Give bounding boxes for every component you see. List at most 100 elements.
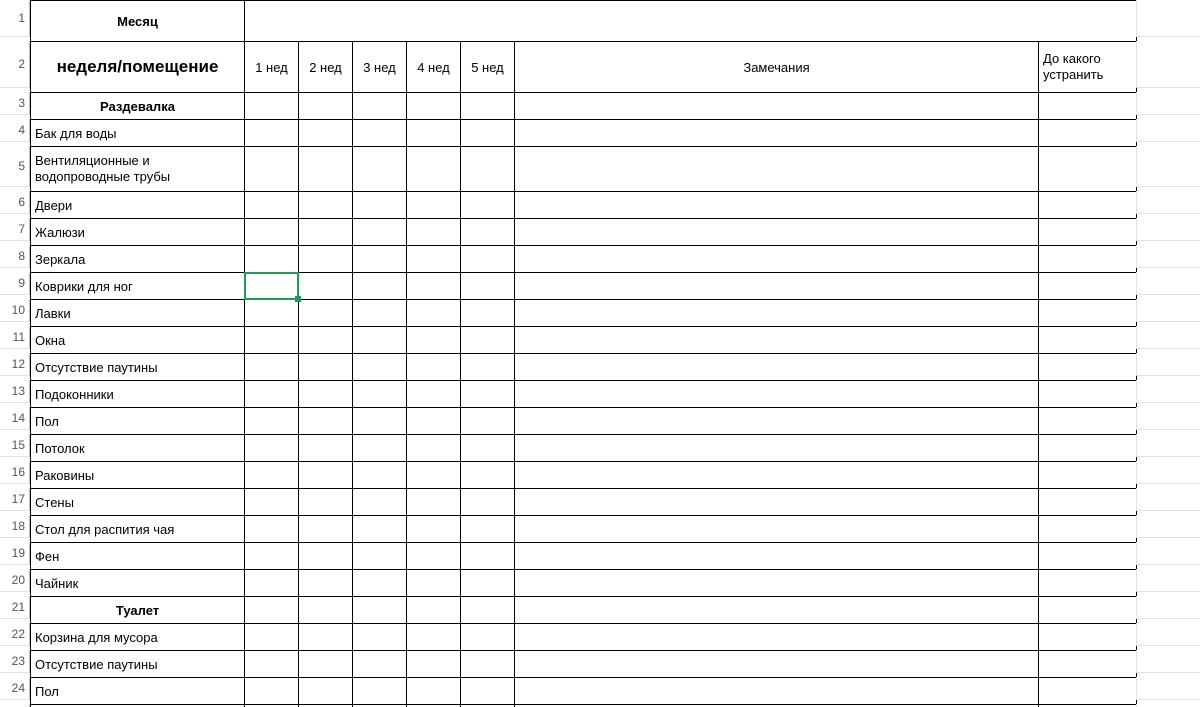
week-cell[interactable] bbox=[352, 434, 407, 462]
notes-cell[interactable] bbox=[514, 218, 1039, 246]
week-cell[interactable] bbox=[406, 650, 461, 678]
empty-cell[interactable] bbox=[1136, 146, 1200, 187]
week-cell[interactable] bbox=[244, 245, 299, 273]
week-cell[interactable] bbox=[298, 299, 353, 327]
empty-cell[interactable] bbox=[1136, 488, 1200, 511]
notes-cell[interactable] bbox=[514, 407, 1039, 435]
week-cell[interactable] bbox=[460, 272, 515, 300]
week-cell[interactable] bbox=[298, 380, 353, 408]
deadline-cell[interactable] bbox=[1038, 623, 1137, 651]
week-cell[interactable] bbox=[406, 353, 461, 381]
notes-cell[interactable] bbox=[514, 272, 1039, 300]
week-cell[interactable] bbox=[244, 542, 299, 570]
week-cell[interactable] bbox=[244, 434, 299, 462]
row-number[interactable]: 3 bbox=[0, 92, 30, 115]
notes-cell[interactable] bbox=[514, 515, 1039, 543]
empty-cell[interactable] bbox=[1136, 119, 1200, 142]
notes-cell[interactable] bbox=[514, 488, 1039, 516]
week-cell[interactable] bbox=[298, 515, 353, 543]
week-cell[interactable] bbox=[406, 326, 461, 354]
empty-cell[interactable] bbox=[1136, 218, 1200, 241]
row-number[interactable]: 15 bbox=[0, 434, 30, 457]
week-cell[interactable] bbox=[460, 596, 515, 624]
week-cell[interactable] bbox=[298, 119, 353, 147]
notes-cell[interactable] bbox=[514, 650, 1039, 678]
week-cell[interactable] bbox=[352, 542, 407, 570]
week-cell[interactable] bbox=[352, 407, 407, 435]
week-cell[interactable] bbox=[460, 677, 515, 705]
week-cell[interactable] bbox=[460, 119, 515, 147]
empty-cell[interactable] bbox=[1136, 380, 1200, 403]
notes-cell[interactable] bbox=[514, 677, 1039, 705]
empty-cell[interactable] bbox=[1136, 677, 1200, 700]
week-cell[interactable] bbox=[244, 272, 299, 300]
week-cell[interactable] bbox=[244, 677, 299, 705]
week-cell[interactable] bbox=[406, 380, 461, 408]
section-header[interactable]: Раздевалка bbox=[30, 92, 245, 120]
item-label[interactable]: Стены bbox=[30, 488, 245, 516]
deadline-cell[interactable] bbox=[1038, 461, 1137, 489]
notes-cell[interactable] bbox=[514, 353, 1039, 381]
week-cell[interactable] bbox=[244, 119, 299, 147]
row-number[interactable]: 20 bbox=[0, 569, 30, 592]
week-cell[interactable] bbox=[244, 146, 299, 192]
week-cell[interactable] bbox=[298, 146, 353, 192]
week-cell[interactable] bbox=[352, 92, 407, 120]
week-cell[interactable] bbox=[352, 146, 407, 192]
week-cell[interactable] bbox=[406, 515, 461, 543]
item-label[interactable]: Бак для воды bbox=[30, 119, 245, 147]
week-cell[interactable] bbox=[406, 119, 461, 147]
empty-cell[interactable] bbox=[1136, 191, 1200, 214]
week-cell[interactable] bbox=[460, 569, 515, 597]
section-header[interactable]: Туалет bbox=[30, 596, 245, 624]
item-label[interactable]: Чайник bbox=[30, 569, 245, 597]
week-cell[interactable] bbox=[406, 677, 461, 705]
week-cell[interactable] bbox=[298, 542, 353, 570]
notes-cell[interactable] bbox=[514, 380, 1039, 408]
deadline-cell[interactable] bbox=[1038, 434, 1137, 462]
row-number[interactable]: 19 bbox=[0, 542, 30, 565]
notes-cell[interactable] bbox=[514, 569, 1039, 597]
empty-cell[interactable] bbox=[1136, 542, 1200, 565]
week-cell[interactable] bbox=[352, 191, 407, 219]
week-cell[interactable] bbox=[460, 488, 515, 516]
week-cell[interactable] bbox=[352, 326, 407, 354]
week-cell[interactable] bbox=[298, 407, 353, 435]
week-cell[interactable] bbox=[460, 191, 515, 219]
item-label[interactable]: Зеркала bbox=[30, 245, 245, 273]
deadline-cell[interactable] bbox=[1038, 569, 1137, 597]
week-cell[interactable] bbox=[352, 245, 407, 273]
week-cell[interactable] bbox=[298, 218, 353, 246]
week-cell[interactable] bbox=[352, 677, 407, 705]
notes-cell[interactable] bbox=[514, 461, 1039, 489]
week-cell[interactable] bbox=[460, 407, 515, 435]
week-cell[interactable] bbox=[352, 119, 407, 147]
row-number[interactable]: 12 bbox=[0, 353, 30, 376]
notes-cell[interactable] bbox=[514, 146, 1039, 192]
week-cell[interactable] bbox=[352, 218, 407, 246]
week-cell[interactable] bbox=[460, 461, 515, 489]
week-cell[interactable] bbox=[460, 92, 515, 120]
week-cell[interactable] bbox=[244, 461, 299, 489]
deadline-cell[interactable] bbox=[1038, 326, 1137, 354]
row-number[interactable]: 11 bbox=[0, 326, 30, 349]
item-label[interactable]: Фен bbox=[30, 542, 245, 570]
empty-cell[interactable] bbox=[1136, 434, 1200, 457]
week-cell[interactable] bbox=[298, 623, 353, 651]
item-label[interactable]: Корзина для мусора bbox=[30, 623, 245, 651]
week-cell[interactable] bbox=[298, 650, 353, 678]
item-label[interactable]: Лавки bbox=[30, 299, 245, 327]
empty-cell[interactable] bbox=[1136, 326, 1200, 349]
item-label[interactable]: Двери bbox=[30, 191, 245, 219]
week-cell[interactable] bbox=[298, 191, 353, 219]
week-cell[interactable] bbox=[406, 218, 461, 246]
week-cell[interactable] bbox=[244, 380, 299, 408]
week-cell[interactable] bbox=[298, 488, 353, 516]
notes-cell[interactable] bbox=[514, 596, 1039, 624]
header-deadline[interactable]: До какого устранить bbox=[1038, 41, 1137, 93]
notes-cell[interactable] bbox=[514, 623, 1039, 651]
week-cell[interactable] bbox=[460, 434, 515, 462]
week-cell[interactable] bbox=[244, 488, 299, 516]
row-number[interactable]: 1 bbox=[0, 0, 30, 37]
week-cell[interactable] bbox=[460, 299, 515, 327]
